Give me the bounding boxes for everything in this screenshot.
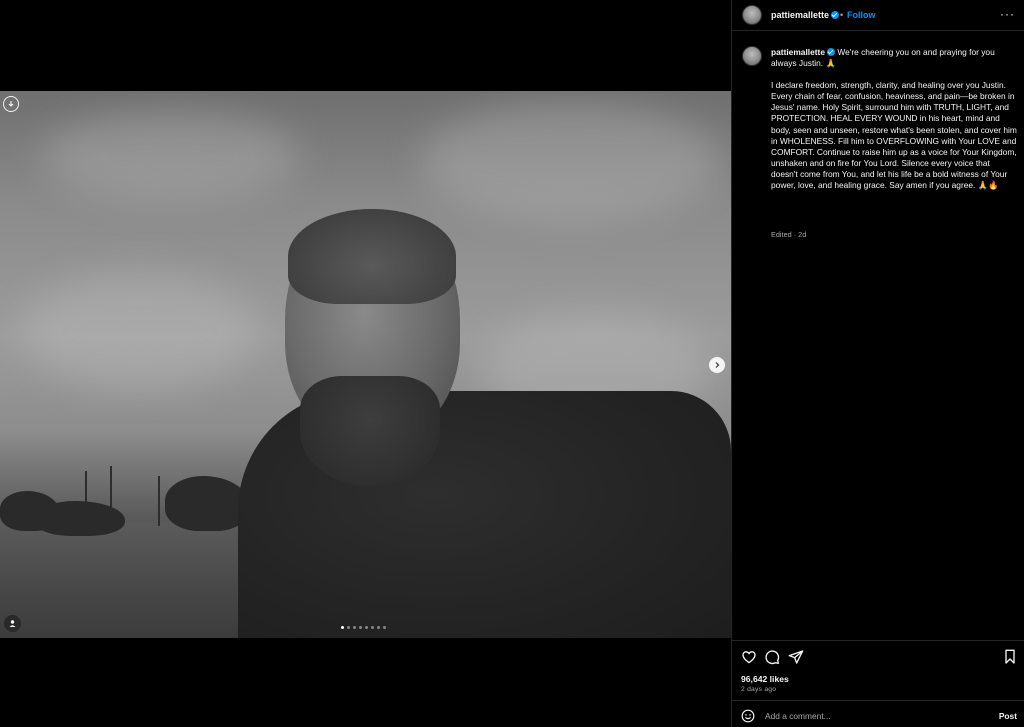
carousel-dot [365, 626, 368, 629]
cloud [20, 271, 260, 391]
download-circle-icon[interactable] [3, 96, 19, 112]
carousel-dot [377, 626, 380, 629]
follow-button[interactable]: Follow [847, 10, 876, 20]
post-actions: 96,642 likes 2 days ago [732, 640, 1024, 700]
like-count[interactable]: 96,642 likes [741, 674, 789, 684]
header-username[interactable]: pattiemallette [771, 10, 840, 20]
speech-bubble-icon[interactable] [763, 648, 781, 666]
carousel-dot [383, 626, 386, 629]
bookmark-icon[interactable] [1001, 648, 1019, 666]
comments-section: pattiemallette We're cheering you on and… [732, 30, 1024, 640]
caption-avatar[interactable] [742, 46, 762, 66]
post-timestamp[interactable]: 2 days ago [741, 686, 776, 693]
paper-plane-icon[interactable] [787, 648, 805, 666]
verified-badge-icon [827, 48, 835, 56]
person-beard [300, 376, 440, 486]
person-hair [288, 209, 456, 304]
post-header: pattiemallette • Follow ··· [732, 0, 1024, 30]
caption-username[interactable]: pattiemallette [771, 47, 835, 57]
separator-bullet: • [840, 10, 844, 20]
caption-meta: Edited · 2d [771, 230, 807, 239]
post-photo[interactable] [0, 91, 731, 638]
media-viewer [0, 0, 731, 727]
carousel-indicator [341, 626, 386, 629]
carousel-dot [341, 626, 344, 629]
palm-tree [158, 476, 160, 526]
cloud [40, 111, 300, 201]
post-comment-button[interactable]: Post [999, 711, 1017, 721]
carousel-dot [347, 626, 350, 629]
smiley-icon[interactable] [741, 709, 755, 723]
chevron-right-icon[interactable] [709, 357, 725, 373]
add-comment-bar: Post [732, 700, 1024, 727]
post-side-panel: pattiemallette • Follow ··· pattiemallet… [731, 0, 1024, 727]
cloud [420, 101, 720, 221]
carousel-dot [371, 626, 374, 629]
user-tag-icon[interactable] [4, 615, 21, 632]
comment-input[interactable] [765, 709, 985, 723]
avatar[interactable] [742, 5, 762, 25]
more-options-icon[interactable]: ··· [1000, 7, 1015, 21]
post-caption: pattiemallette We're cheering you on and… [771, 47, 1017, 191]
carousel-dot [359, 626, 362, 629]
verified-badge-icon [831, 11, 840, 19]
carousel-dot [353, 626, 356, 629]
caption-body: I declare freedom, strength, clarity, an… [771, 80, 1017, 191]
heart-icon[interactable] [740, 648, 758, 666]
tree [35, 501, 125, 536]
